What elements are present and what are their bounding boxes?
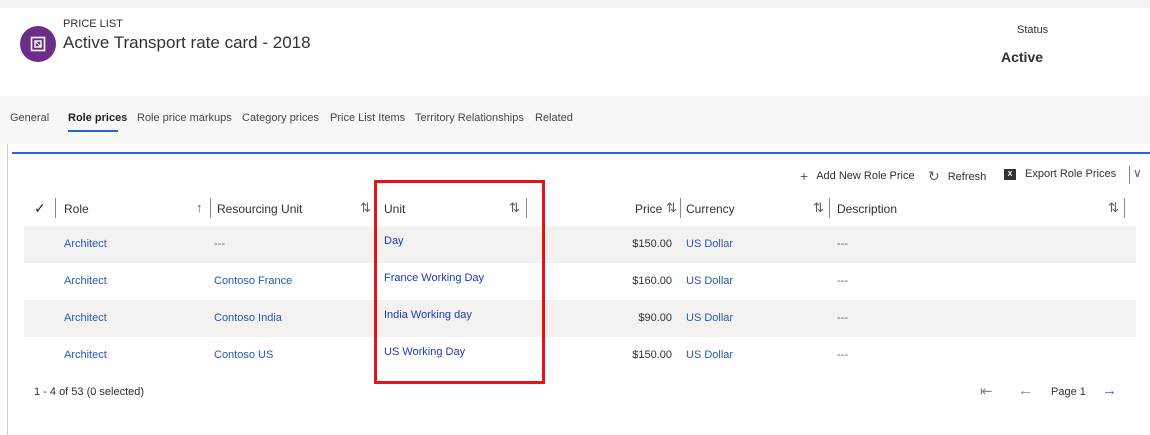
record-header: PRICE LIST Active Transport rate card - … (8, 8, 1150, 96)
refresh-button[interactable]: ↻ Refresh (928, 168, 986, 185)
add-new-role-price-button[interactable]: + Add New Role Price (800, 168, 915, 184)
grid-footer: 1 - 4 of 53 (0 selected) ⇤ ← Page 1 → (24, 376, 1136, 416)
description-cell: --- (837, 312, 848, 324)
column-divider (374, 198, 375, 218)
refresh-label: Refresh (947, 170, 987, 183)
currency-link[interactable]: US Dollar (686, 275, 733, 287)
grid-body: Architect --- Day $150.00 US Dollar --- … (24, 226, 1136, 374)
column-header-currency[interactable]: Currency (686, 202, 735, 216)
select-all-check-icon[interactable]: ✓ (34, 200, 46, 217)
command-separator (1129, 166, 1130, 184)
excel-icon: X (1004, 168, 1016, 180)
price-cell: $150.00 (632, 349, 672, 361)
status-label: Status (1017, 24, 1049, 36)
price-cell: $150.00 (632, 238, 672, 250)
add-icon: + (800, 168, 809, 184)
column-header-description[interactable]: Description (837, 202, 897, 216)
column-divider (526, 198, 527, 218)
currency-link[interactable]: US Dollar (686, 312, 733, 324)
price-list-entity-icon (20, 26, 56, 62)
left-divider (7, 120, 8, 435)
price-cell: $90.00 (638, 312, 672, 324)
column-header-unit[interactable]: Unit (384, 202, 405, 216)
refresh-icon: ↻ (928, 168, 940, 184)
currency-link[interactable]: US Dollar (686, 238, 733, 250)
sort-icon[interactable]: ⇅ (509, 200, 520, 216)
table-row[interactable]: Architect Contoso France France Working … (24, 263, 1136, 300)
status-value: Active (1001, 49, 1044, 65)
column-header-resourcing-unit[interactable]: Resourcing Unit (217, 202, 302, 216)
role-link[interactable]: Architect (64, 312, 107, 324)
page-title: Active Transport rate card - 2018 (63, 33, 311, 52)
sort-icon[interactable]: ⇅ (666, 200, 677, 216)
unit-link[interactable]: France Working Day (384, 272, 484, 284)
column-divider (829, 198, 830, 218)
more-commands-chevron-icon[interactable]: ∨ (1133, 166, 1142, 180)
column-divider (210, 198, 211, 218)
column-divider (1124, 198, 1125, 218)
grid-header-row: ✓ Role ↑ Resourcing Unit ⇅ Unit ⇅ Price … (24, 192, 1136, 226)
resourcing-unit-cell: --- (214, 238, 225, 250)
role-prices-subgrid: + Add New Role Price ↻ Refresh X Export … (12, 152, 1150, 427)
sort-icon[interactable]: ⇅ (813, 200, 824, 216)
sort-icon[interactable]: ⇅ (360, 200, 371, 216)
unit-link[interactable]: India Working day (384, 309, 472, 321)
unit-link[interactable]: Day (384, 235, 404, 247)
resourcing-unit-link[interactable]: Contoso France (214, 275, 292, 287)
add-new-role-price-label: Add New Role Price (816, 170, 915, 182)
window-top-border (0, 0, 1150, 8)
column-divider (55, 198, 56, 218)
sort-ascending-icon[interactable]: ↑ (196, 200, 203, 215)
resourcing-unit-link[interactable]: Contoso India (214, 312, 282, 324)
unit-link[interactable]: US Working Day (384, 346, 465, 358)
table-row[interactable]: Architect --- Day $150.00 US Dollar --- (24, 226, 1136, 263)
description-cell: --- (837, 349, 848, 361)
tab-price-list-items[interactable]: Price List Items (330, 112, 405, 124)
entity-type-label: PRICE LIST (63, 18, 123, 30)
export-role-prices-button[interactable]: X Export Role Prices (1004, 168, 1116, 180)
role-link[interactable]: Architect (64, 349, 107, 361)
table-row[interactable]: Architect Contoso US US Working Day $150… (24, 337, 1136, 374)
table-row[interactable]: Architect Contoso India India Working da… (24, 300, 1136, 337)
currency-link[interactable]: US Dollar (686, 349, 733, 361)
column-header-role[interactable]: Role (64, 202, 89, 216)
active-tab-indicator (68, 130, 118, 132)
export-role-prices-label: Export Role Prices (1025, 168, 1117, 180)
record-count: 1 - 4 of 53 (0 selected) (34, 386, 145, 398)
tab-bar: General Role prices Role price markups C… (0, 96, 1150, 144)
price-cell: $160.00 (632, 275, 672, 287)
tab-territory-relationships[interactable]: Territory Relationships (415, 112, 524, 124)
sort-icon[interactable]: ⇅ (1108, 200, 1119, 216)
tab-general[interactable]: General (10, 112, 49, 124)
previous-page-icon[interactable]: ← (1018, 382, 1033, 399)
role-link[interactable]: Architect (64, 238, 107, 250)
column-header-price[interactable]: Price (635, 202, 662, 216)
first-page-icon[interactable]: ⇤ (980, 382, 993, 400)
price-tag-icon (30, 36, 46, 52)
role-link[interactable]: Architect (64, 275, 107, 287)
page-number: Page 1 (1051, 386, 1086, 398)
tab-category-prices[interactable]: Category prices (242, 112, 319, 124)
resourcing-unit-link[interactable]: Contoso US (214, 349, 273, 361)
tab-related[interactable]: Related (535, 112, 573, 124)
next-page-icon[interactable]: → (1102, 382, 1117, 399)
tab-role-prices[interactable]: Role prices (68, 112, 127, 124)
tab-role-price-markups[interactable]: Role price markups (137, 112, 232, 124)
description-cell: --- (837, 238, 848, 250)
column-divider (680, 198, 681, 218)
description-cell: --- (837, 275, 848, 287)
